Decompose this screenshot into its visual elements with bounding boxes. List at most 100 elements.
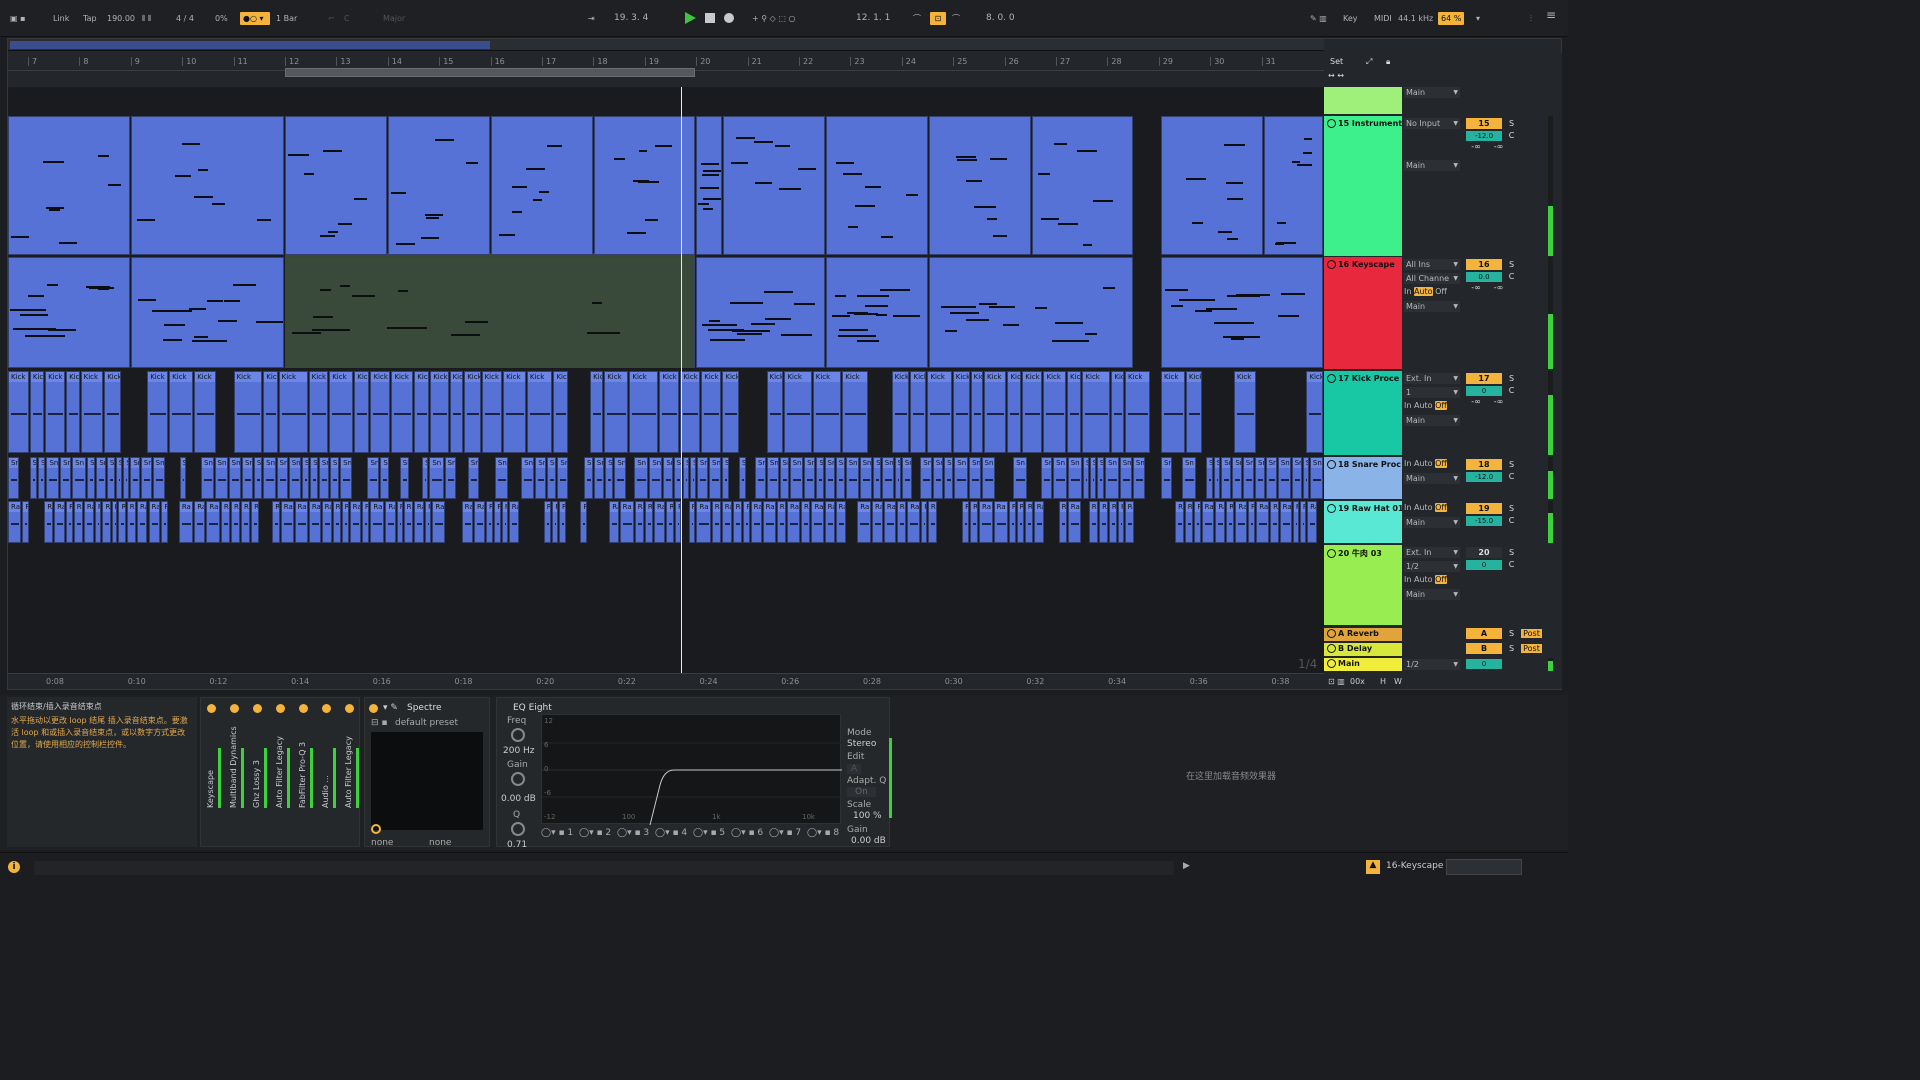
track-fold-icon[interactable] bbox=[1327, 549, 1336, 558]
audio-clip[interactable]: Sn bbox=[467, 457, 479, 499]
audio-clip[interactable]: Sn bbox=[228, 457, 241, 499]
audio-clip[interactable]: Kick bbox=[391, 371, 414, 453]
audio-clip[interactable]: Kick bbox=[354, 371, 370, 453]
return-letter[interactable]: B bbox=[1466, 643, 1502, 654]
midi-clip[interactable] bbox=[594, 116, 695, 255]
midi-clip[interactable] bbox=[131, 257, 284, 368]
audio-clip[interactable]: Sn bbox=[1132, 457, 1145, 499]
scale-mode-select[interactable]: Major bbox=[383, 12, 405, 25]
audio-clip[interactable]: Ra bbox=[559, 501, 567, 543]
q-knob-icon[interactable] bbox=[511, 822, 525, 836]
audio-clip[interactable]: Sn bbox=[804, 457, 816, 499]
audio-clip[interactable]: Kick bbox=[104, 371, 122, 453]
audio-clip[interactable]: Ra bbox=[962, 501, 970, 543]
audio-clip[interactable]: Sn bbox=[152, 457, 165, 499]
audio-clip[interactable]: Kick bbox=[927, 371, 952, 453]
midi-clip[interactable] bbox=[929, 257, 1133, 368]
audio-clip[interactable]: Kick bbox=[604, 371, 629, 453]
eq-display[interactable]: 12 6 0 -6 -12 100 1k 10k bbox=[541, 714, 842, 826]
status-overview[interactable] bbox=[1446, 859, 1522, 875]
audio-clip[interactable]: Kick bbox=[1067, 371, 1082, 453]
audio-clip[interactable]: Kick bbox=[983, 371, 1007, 453]
audio-clip[interactable]: Sn bbox=[429, 457, 444, 499]
audio-clip[interactable]: Sn bbox=[1096, 457, 1105, 499]
audio-clip[interactable]: Ra bbox=[1016, 501, 1024, 543]
rack-device-label[interactable]: Ghz Lossy 3 bbox=[252, 728, 261, 808]
audio-clip[interactable]: Sn bbox=[115, 457, 123, 499]
track-number[interactable]: 19 bbox=[1466, 503, 1502, 514]
audio-clip[interactable]: Ra bbox=[1279, 501, 1292, 543]
audio-clip[interactable]: Ra bbox=[1270, 501, 1279, 543]
audio-clip[interactable]: Kick bbox=[66, 371, 80, 453]
audio-clip[interactable]: Sn bbox=[130, 457, 140, 499]
audio-clip[interactable]: Kick bbox=[464, 371, 481, 453]
track-header-18[interactable]: 18 Snare Proc bbox=[1324, 457, 1402, 499]
audio-clip[interactable]: Ra bbox=[824, 501, 835, 543]
rack-device-label[interactable]: Multiband Dynamics bbox=[229, 726, 238, 808]
audio-clip[interactable]: Sn bbox=[60, 457, 72, 499]
tap-button[interactable]: Tap bbox=[80, 12, 100, 25]
rack-device-label[interactable]: Keyscape bbox=[206, 728, 215, 808]
spectre-display[interactable] bbox=[371, 732, 483, 830]
audio-clip[interactable]: Sn bbox=[690, 457, 696, 499]
follow-arrow-icon[interactable]: ⇥ bbox=[588, 12, 595, 25]
audio-clip[interactable]: Kick bbox=[1007, 371, 1022, 453]
audio-clip[interactable]: Ra bbox=[508, 501, 519, 543]
audio-clip[interactable]: Sn bbox=[1089, 457, 1096, 499]
device-on-icon[interactable] bbox=[207, 704, 216, 713]
audio-clip[interactable]: Kick bbox=[8, 371, 29, 453]
volume-field[interactable]: -15.0 bbox=[1466, 516, 1502, 526]
rack-device-label[interactable]: Audio ... bbox=[321, 728, 330, 808]
audio-clip[interactable]: Ra bbox=[762, 501, 776, 543]
pan-field[interactable]: C bbox=[1505, 130, 1519, 141]
audio-clip[interactable]: Ra bbox=[494, 501, 501, 543]
audio-clip[interactable]: Ra bbox=[979, 501, 993, 543]
track-fold-icon[interactable] bbox=[1327, 460, 1336, 469]
audio-clip[interactable]: Ra bbox=[206, 501, 220, 543]
midi-clip[interactable] bbox=[826, 116, 928, 255]
audio-clip[interactable]: Ra bbox=[921, 501, 927, 543]
audio-clip[interactable]: Sn bbox=[253, 457, 263, 499]
pan-field[interactable]: C bbox=[1505, 471, 1519, 482]
monitor-auto[interactable]: Auto bbox=[1413, 287, 1433, 296]
audio-clip[interactable]: Sn bbox=[1265, 457, 1277, 499]
track-number[interactable]: 16 bbox=[1466, 259, 1502, 270]
audio-clip[interactable]: Ra bbox=[425, 501, 432, 543]
audio-clip[interactable]: Ra bbox=[194, 501, 206, 543]
audio-clip[interactable]: Kick bbox=[766, 371, 784, 453]
audio-clip[interactable]: Sn bbox=[422, 457, 429, 499]
audio-clip[interactable]: Ra bbox=[294, 501, 308, 543]
audio-clip[interactable]: Sn bbox=[46, 457, 60, 499]
audio-clip[interactable]: Ra bbox=[321, 501, 332, 543]
solo-button[interactable]: S bbox=[1505, 503, 1519, 514]
audio-clip[interactable]: Kick bbox=[784, 371, 812, 453]
audio-clip[interactable]: Ra bbox=[403, 501, 413, 543]
edit-button[interactable]: A bbox=[847, 764, 862, 774]
audio-clip[interactable]: Ra bbox=[896, 501, 907, 543]
audio-clip[interactable]: Ra bbox=[1067, 501, 1081, 543]
audio-clip[interactable]: Ra bbox=[240, 501, 251, 543]
audio-clip[interactable]: Sn bbox=[932, 457, 944, 499]
audio-clip[interactable]: Sn bbox=[649, 457, 663, 499]
audio-clip[interactable]: Ra bbox=[552, 501, 559, 543]
track-fold-icon[interactable] bbox=[1327, 659, 1336, 668]
audio-clip[interactable]: Kick bbox=[1043, 371, 1067, 453]
send-a[interactable]: -∞ bbox=[1466, 282, 1486, 293]
output-select[interactable]: Main bbox=[1404, 160, 1460, 171]
zoom-level[interactable]: 00x bbox=[1350, 677, 1365, 686]
audio-clip[interactable]: Sn bbox=[1053, 457, 1067, 499]
device-fold-icon[interactable]: ▾ ✎ bbox=[383, 703, 398, 713]
audio-clip[interactable]: Sn bbox=[1309, 457, 1323, 499]
eq-band-button[interactable]: ◯▾ ▪ 5 bbox=[693, 828, 725, 838]
eq-band-button[interactable]: ◯▾ ▪ 8 bbox=[807, 828, 839, 838]
punch-out-icon[interactable]: ⌒ bbox=[952, 12, 960, 25]
track-number[interactable]: 18 bbox=[1466, 459, 1502, 470]
audio-clip[interactable]: Kick bbox=[1161, 371, 1185, 453]
audio-clip[interactable]: Ra bbox=[54, 501, 66, 543]
device-on-icon[interactable] bbox=[253, 704, 262, 713]
audio-clip[interactable]: Sn bbox=[1105, 457, 1119, 499]
track-header-top[interactable] bbox=[1324, 87, 1402, 114]
audio-clip[interactable]: Ra bbox=[385, 501, 396, 543]
scale-root-select[interactable]: C bbox=[344, 12, 350, 25]
audio-clip[interactable]: Sn bbox=[399, 457, 410, 499]
